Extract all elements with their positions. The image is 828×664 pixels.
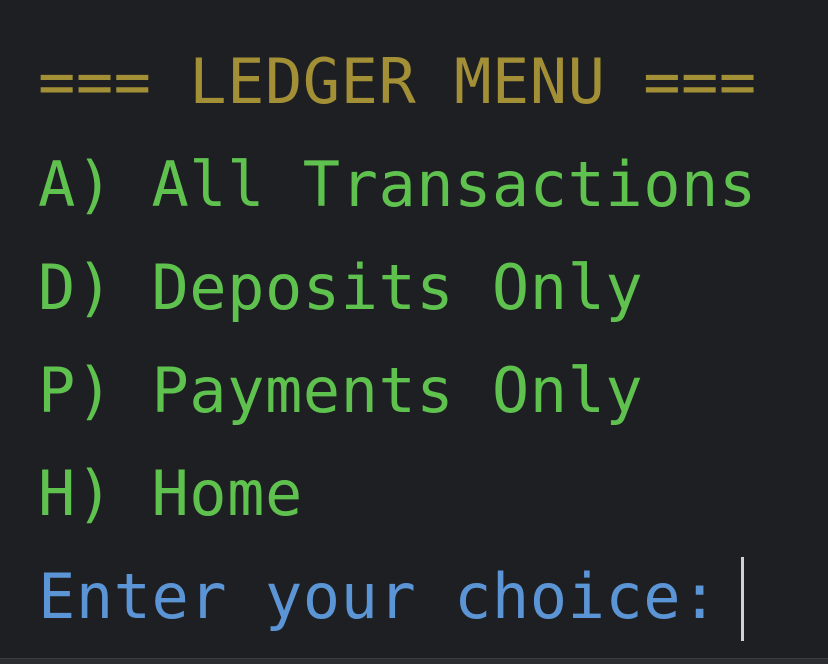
menu-option-payments-only: P) Payments Only — [38, 354, 644, 427]
terminal-output: === LEDGER MENU === A) All Transactions … — [0, 0, 828, 658]
input-prompt-line[interactable]: Enter your choice: — [38, 557, 828, 660]
menu-option-deposits-only: D) Deposits Only — [38, 251, 644, 324]
terminal-bottom-border — [0, 658, 828, 664]
menu-option-all-transactions: A) All Transactions — [38, 148, 757, 221]
menu-title: === LEDGER MENU === — [38, 45, 757, 118]
menu-option-home: H) Home — [38, 457, 303, 530]
text-cursor[interactable] — [740, 557, 744, 641]
input-prompt-label: Enter your choice: — [38, 560, 719, 633]
